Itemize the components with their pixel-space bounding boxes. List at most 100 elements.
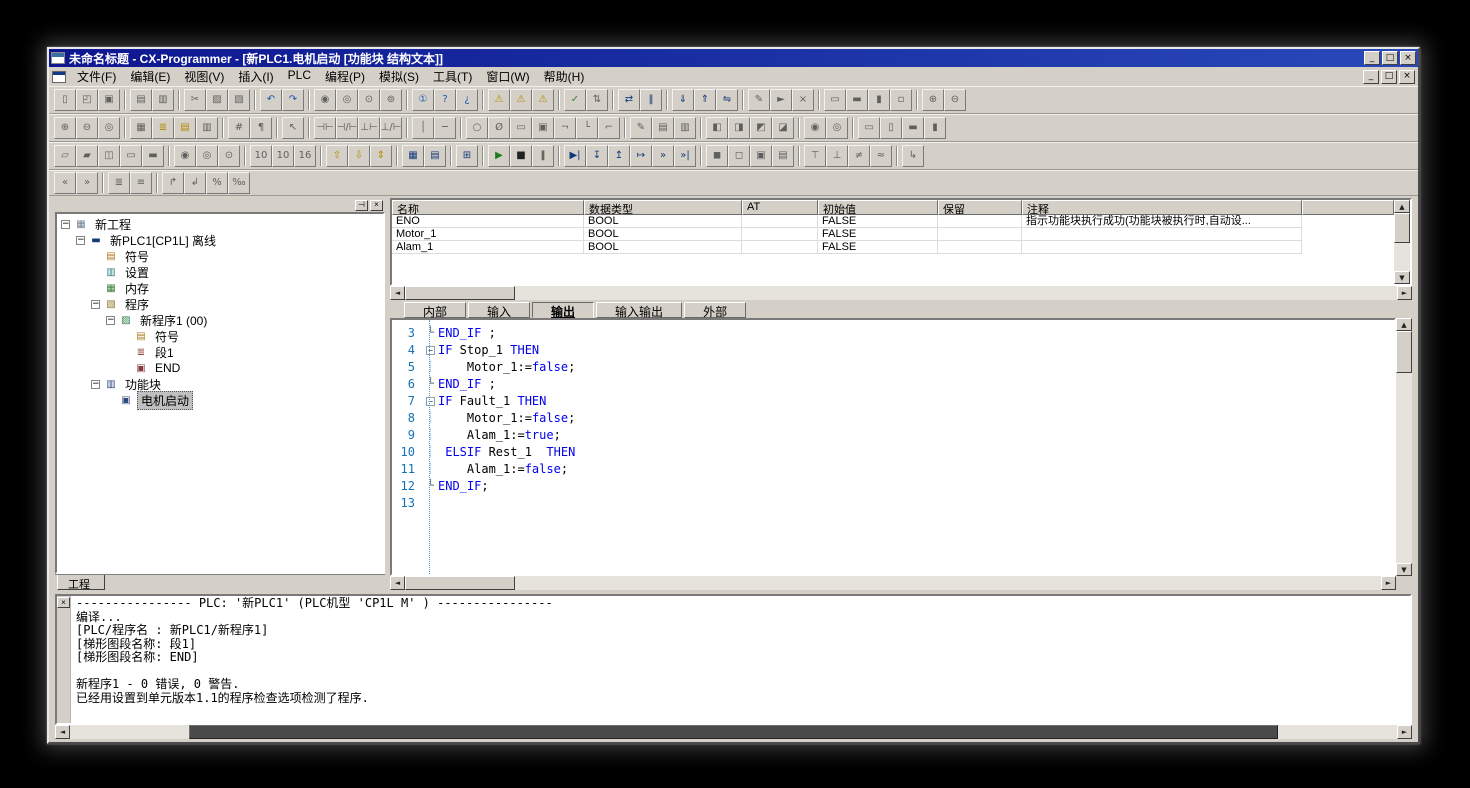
or-contact-no-button[interactable]: ⊥⊢ xyxy=(358,117,380,139)
cancel-edit-button[interactable]: × xyxy=(792,89,814,111)
window-1-button[interactable]: ▭ xyxy=(858,117,880,139)
tab-output[interactable]: 输出 xyxy=(532,302,594,318)
window-2-button[interactable]: ▯ xyxy=(880,117,902,139)
output-hscroll-track[interactable] xyxy=(70,725,1397,739)
block-left-button[interactable]: « xyxy=(54,172,76,194)
pause-monitor-button[interactable]: ‖ xyxy=(640,89,662,111)
table-row[interactable]: Motor_1BOOLFALSE xyxy=(392,228,1394,241)
cross-reference-button[interactable]: ⊚ xyxy=(380,89,402,111)
output-hscroll-thumb[interactable] xyxy=(189,725,1277,739)
collapse-icon[interactable]: − xyxy=(426,397,435,406)
cell[interactable] xyxy=(938,215,1022,228)
compile-program-button[interactable]: ⚠ xyxy=(510,89,532,111)
tree-item-memory[interactable]: ▦内存 xyxy=(61,280,383,296)
cascade-windows-button[interactable]: ▭ xyxy=(824,89,846,111)
cell[interactable] xyxy=(742,215,818,228)
force-reset-button[interactable]: ↲ xyxy=(184,172,206,194)
open-button[interactable]: ◰ xyxy=(76,89,98,111)
breakpoint-set-button[interactable]: ◼ xyxy=(706,145,728,167)
breakpoint-clear-all-button[interactable]: ▣ xyxy=(750,145,772,167)
code-text[interactable]: Alam_1:=false; xyxy=(438,462,568,476)
inverse-button[interactable]: ¬ xyxy=(554,117,576,139)
down-differentiate-button[interactable]: ⇩ xyxy=(348,145,370,167)
editor-vscroll-track[interactable] xyxy=(1396,331,1412,563)
properties-button[interactable]: ▥ xyxy=(196,117,218,139)
collapse-icon[interactable]: − xyxy=(426,346,435,355)
cell[interactable]: FALSE xyxy=(818,215,938,228)
menu-file[interactable]: 文件(F) xyxy=(70,67,123,86)
save-button[interactable]: ▣ xyxy=(98,89,120,111)
editor-hscrollbar[interactable]: ◄ ► xyxy=(390,576,1396,590)
rung-number-button[interactable]: # xyxy=(228,117,250,139)
program-check-button[interactable]: ✓ xyxy=(564,89,586,111)
tile-button[interactable]: ◫ xyxy=(98,145,120,167)
find-next-button[interactable]: ◎ xyxy=(336,89,358,111)
fold-marker[interactable]: − xyxy=(423,344,438,355)
scroll-left-button[interactable]: ◄ xyxy=(390,286,405,300)
cross-ref-window-button[interactable]: ◎ xyxy=(196,145,218,167)
settings-window-button[interactable]: ◩ xyxy=(750,117,772,139)
rung-comment-button[interactable]: ≣ xyxy=(152,117,174,139)
new-file-button[interactable]: ▯ xyxy=(54,89,76,111)
differential-button[interactable]: ‰ xyxy=(228,172,250,194)
scroll-up-button[interactable]: ▲ xyxy=(1394,200,1410,213)
show-grid-button[interactable]: ▦ xyxy=(130,117,152,139)
collapse-box-icon[interactable]: − xyxy=(106,316,115,325)
compare-button[interactable]: ⇋ xyxy=(716,89,738,111)
variable-table-vscrollbar[interactable]: ▲ ▼ xyxy=(1394,200,1410,284)
diff-watch-button[interactable]: ◎ xyxy=(826,117,848,139)
mdi-child-icon[interactable] xyxy=(52,71,66,83)
coil-button[interactable]: ○ xyxy=(466,117,488,139)
cell[interactable]: FALSE xyxy=(818,228,938,241)
watch-button[interactable]: ◉ xyxy=(804,117,826,139)
fb-invoke-button[interactable]: ▣ xyxy=(532,117,554,139)
monitor-ff-button[interactable]: ▤ xyxy=(772,145,794,167)
tree-item-fb-motor-start[interactable]: ▣电机启动 xyxy=(61,392,383,408)
memory-window-button[interactable]: ◪ xyxy=(772,117,794,139)
or-contact-nc-button[interactable]: ⊥/⊢ xyxy=(380,117,402,139)
collapse-box-icon[interactable]: − xyxy=(91,300,100,309)
cell[interactable] xyxy=(938,241,1022,254)
collapse-box-icon[interactable]: − xyxy=(76,236,85,245)
output-scroll-left-button[interactable]: ◄ xyxy=(55,725,70,739)
scroll-right-button[interactable]: ► xyxy=(1397,286,1412,300)
hscroll-thumb[interactable] xyxy=(405,286,515,300)
tree-item-program1[interactable]: −▨新程序1 (00) xyxy=(61,312,383,328)
closed-coil-button[interactable]: Ø xyxy=(488,117,510,139)
help-button[interactable]: ? xyxy=(434,89,456,111)
view-list-button[interactable]: ≣ xyxy=(108,172,130,194)
vertical-line-button[interactable]: │ xyxy=(412,117,434,139)
run-to-cursor-button[interactable]: »| xyxy=(674,145,696,167)
vscroll-track[interactable] xyxy=(1394,213,1410,271)
window-4-button[interactable]: ▮ xyxy=(924,117,946,139)
column-header-4[interactable]: 保留 xyxy=(938,200,1022,215)
menu-simulation[interactable]: 模拟(S) xyxy=(372,67,426,86)
code-text[interactable]: ELSIF Rest_1 THEN xyxy=(438,445,575,459)
force-cancel-button[interactable]: ≠ xyxy=(848,145,870,167)
window-3-button[interactable]: ▬ xyxy=(902,117,924,139)
code-text[interactable]: IF Stop_1 THEN xyxy=(438,343,539,357)
tree-item-settings[interactable]: ▥设置 xyxy=(61,264,383,280)
table-row[interactable]: Alam_1BOOLFALSE xyxy=(392,241,1394,254)
monitor-bar-button[interactable]: ▤ xyxy=(174,117,196,139)
pause-button[interactable]: ‖ xyxy=(532,145,554,167)
code-text[interactable]: Motor_1:=false; xyxy=(438,411,575,425)
symbols-window-button[interactable]: ◧ xyxy=(706,117,728,139)
close-button[interactable]: × xyxy=(1400,51,1416,65)
column-header-1[interactable]: 数据类型 xyxy=(584,200,742,215)
tree-item-section1[interactable]: ≣段1 xyxy=(61,344,383,360)
tile-vertical-button[interactable]: ▮ xyxy=(868,89,890,111)
editor-scroll-down-button[interactable]: ▼ xyxy=(1396,563,1412,576)
cell[interactable] xyxy=(1022,241,1302,254)
context-help-button[interactable]: ¿ xyxy=(456,89,478,111)
code-text[interactable]: END_IF ; xyxy=(438,326,496,340)
code-text[interactable]: Motor_1:=false; xyxy=(438,360,575,374)
cell[interactable]: Alam_1 xyxy=(392,241,584,254)
editor-scroll-right-button[interactable]: ► xyxy=(1381,576,1396,590)
undo-button[interactable]: ↶ xyxy=(260,89,282,111)
diff-monitor-button[interactable]: ≈ xyxy=(870,145,892,167)
about-button[interactable]: ① xyxy=(412,89,434,111)
edit-comment-button[interactable]: ✎ xyxy=(630,117,652,139)
menu-tools[interactable]: 工具(T) xyxy=(426,67,479,86)
maximize-button[interactable]: □ xyxy=(1382,51,1398,65)
